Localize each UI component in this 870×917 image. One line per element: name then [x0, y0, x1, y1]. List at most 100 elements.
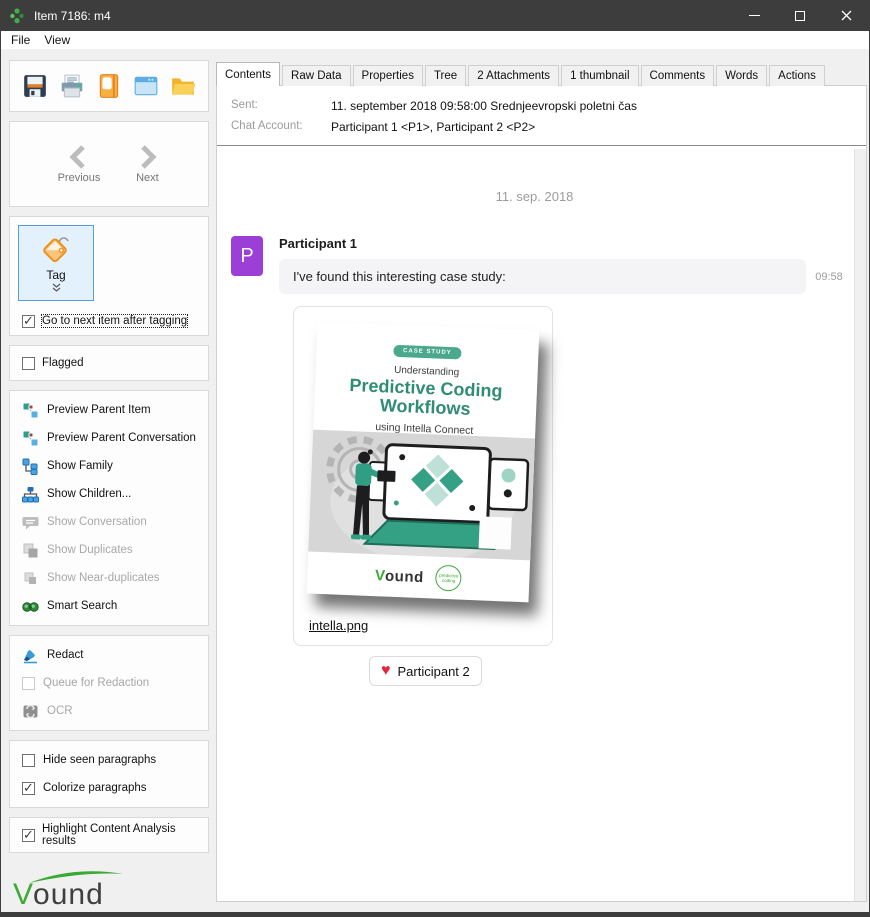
- hide-seen-paragraphs-label[interactable]: Hide seen paragraphs: [43, 754, 156, 766]
- tab-comments[interactable]: Comments: [641, 65, 715, 86]
- highlight-option[interactable]: Highlight Content Analysis results: [10, 821, 208, 849]
- tab-bar: Contents Raw Data Properties Tree 2 Atta…: [216, 62, 867, 85]
- action-show-conversation: Show Conversation: [10, 508, 208, 536]
- tag-button[interactable]: Tag: [18, 225, 94, 301]
- highlight-checkbox[interactable]: [22, 829, 35, 842]
- next-label: Next: [136, 172, 159, 184]
- app-window: Item 7186: m4 File View: [0, 0, 870, 917]
- double-chevron-down-icon: [51, 283, 62, 292]
- attachment-card: CASE STUDY Understanding Predictive Codi…: [293, 306, 553, 646]
- chevron-left-icon: [66, 144, 92, 170]
- open-folder-icon: [170, 73, 196, 99]
- tab-attachments[interactable]: 2 Attachments: [468, 65, 559, 86]
- reaction-participant: Participant 2: [398, 664, 470, 679]
- go-to-next-checkbox[interactable]: [22, 315, 35, 328]
- chat-account-label: Chat Account:: [231, 120, 331, 134]
- message-header: Sent: 11. september 2018 09:58:00 Srednj…: [217, 86, 866, 146]
- action-preview-parent-item[interactable]: Preview Parent Item: [10, 396, 208, 424]
- tag-icon: [39, 235, 73, 267]
- previous-button[interactable]: Previous: [58, 144, 101, 184]
- menu-view[interactable]: View: [37, 32, 77, 48]
- print-button[interactable]: [57, 71, 87, 101]
- redact-label: Redact: [47, 649, 83, 661]
- maximize-button[interactable]: [777, 0, 823, 31]
- tab-contents[interactable]: Contents: [216, 62, 280, 86]
- action-label: Show Family: [47, 460, 113, 472]
- header-row-sent: Sent: 11. september 2018 09:58:00 Srednj…: [231, 99, 852, 113]
- image-icon: [133, 73, 159, 99]
- contents-tab-panel: Sent: 11. september 2018 09:58:00 Srednj…: [216, 85, 867, 902]
- save-button[interactable]: [20, 71, 50, 101]
- action-preview-parent-conversation[interactable]: Preview Parent Conversation: [10, 424, 208, 452]
- tab-properties[interactable]: Properties: [353, 65, 423, 86]
- next-button[interactable]: Next: [134, 144, 160, 184]
- tab-thumbnail[interactable]: 1 thumbnail: [561, 65, 638, 86]
- cover-vound-logo: Vound: [375, 567, 424, 586]
- tab-actions[interactable]: Actions: [769, 65, 825, 86]
- cover-badge: CASE STUDY: [393, 345, 462, 360]
- previous-label: Previous: [58, 172, 101, 184]
- action-smart-search[interactable]: Smart Search: [10, 592, 208, 620]
- colorize-paragraphs-checkbox[interactable]: [22, 782, 35, 795]
- vound-logo-v: V: [13, 878, 33, 911]
- action-label: Show Conversation: [47, 516, 147, 528]
- menu-file[interactable]: File: [4, 32, 37, 48]
- cover-footer: Vound predictive coding: [307, 551, 531, 602]
- action-show-near-duplicates: Show Near-duplicates: [10, 564, 208, 592]
- action-show-children[interactable]: Show Children...: [10, 480, 208, 508]
- close-button[interactable]: [823, 0, 869, 31]
- redact-action[interactable]: Redact: [10, 641, 208, 669]
- tab-words[interactable]: Words: [716, 65, 767, 86]
- show-children-icon: [22, 486, 39, 503]
- toolbar-panel: [9, 60, 209, 112]
- cover-illustration: [308, 430, 535, 561]
- preview-parent-conversation-icon: [22, 430, 39, 447]
- sender-name: Participant 1: [279, 236, 852, 251]
- vertical-scrollbar[interactable]: [854, 149, 866, 901]
- attachment-preview-image[interactable]: CASE STUDY Understanding Predictive Codi…: [307, 322, 540, 603]
- go-to-next-option[interactable]: Go to next item after tagging: [18, 307, 200, 335]
- navigation-panel: Previous Next: [9, 121, 209, 207]
- print-icon: [59, 73, 85, 99]
- open-folder-button[interactable]: [168, 71, 198, 101]
- colorize-paragraphs-option[interactable]: Colorize paragraphs: [10, 774, 208, 802]
- reaction-chip[interactable]: ♥ Participant 2: [369, 656, 482, 686]
- tab-raw-data[interactable]: Raw Data: [282, 65, 351, 86]
- menubar: File View: [1, 31, 869, 49]
- open-document-button[interactable]: [94, 71, 124, 101]
- colorize-paragraphs-label[interactable]: Colorize paragraphs: [43, 782, 147, 794]
- hide-seen-paragraphs-option[interactable]: Hide seen paragraphs: [10, 746, 208, 774]
- app-icon: [8, 7, 26, 25]
- action-show-family[interactable]: Show Family: [10, 452, 208, 480]
- window-title: Item 7186: m4: [34, 9, 731, 23]
- message-time: 09:58: [806, 271, 852, 283]
- tab-tree[interactable]: Tree: [425, 65, 466, 86]
- preview-parent-item-icon: [22, 402, 39, 419]
- minimize-button[interactable]: [731, 0, 777, 31]
- flagged-option[interactable]: Flagged: [10, 349, 84, 377]
- attachment-filename-link[interactable]: intella.png: [309, 618, 368, 633]
- ocr-label: OCR: [47, 705, 73, 717]
- flagged-label[interactable]: Flagged: [42, 357, 84, 369]
- action-label: Preview Parent Conversation: [47, 432, 196, 444]
- show-near-duplicates-icon: [22, 570, 39, 587]
- chat-view: 11. sep. 2018 P Participant 1 I've found…: [217, 149, 866, 901]
- show-conversation-icon: [22, 514, 39, 531]
- show-family-icon: [22, 458, 39, 475]
- header-row-chat-account: Chat Account: Participant 1 <P1>, Partic…: [231, 120, 852, 134]
- tag-panel: Tag Go to next item after tagging: [9, 216, 209, 336]
- hide-seen-paragraphs-checkbox[interactable]: [22, 754, 35, 767]
- cover-vound-rest: ound: [385, 567, 424, 586]
- flagged-checkbox[interactable]: [22, 357, 35, 370]
- highlight-label[interactable]: Highlight Content Analysis results: [42, 823, 208, 847]
- action-label: Smart Search: [47, 600, 117, 612]
- queue-for-redaction-label: Queue for Redaction: [43, 677, 149, 689]
- actions-panel: Preview Parent Item Preview Parent Conve…: [9, 390, 209, 626]
- action-label: Show Near-duplicates: [47, 572, 160, 584]
- save-icon: [22, 73, 48, 99]
- redact-panel: Redact Queue for Redaction OCR: [9, 635, 209, 731]
- queue-for-redaction-option: Queue for Redaction: [10, 669, 208, 697]
- go-to-next-label[interactable]: Go to next item after tagging: [42, 315, 187, 327]
- open-image-button[interactable]: [131, 71, 161, 101]
- seal-line2: coding: [442, 578, 455, 584]
